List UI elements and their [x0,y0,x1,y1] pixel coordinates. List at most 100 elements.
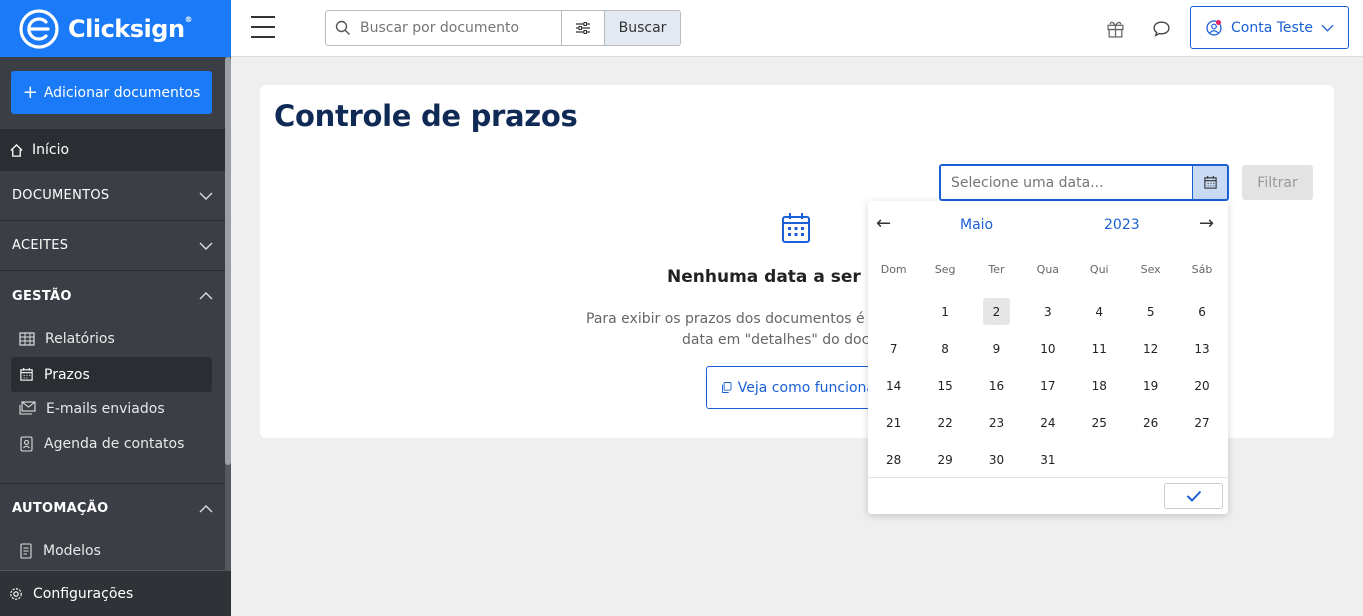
search-filter-button[interactable] [561,11,604,45]
home-icon [10,143,23,157]
day-cell[interactable]: 31 [1022,441,1073,478]
day-grid: 1 2 3 4 5 6 7 8 9 10 11 12 13 14 15 16 17 18 19 20 21 22 23 24 2… [868,293,1228,478]
weekday-label: Qui [1089,263,1109,276]
gift-icon[interactable] [1104,17,1126,39]
day-cell[interactable]: 4 [1074,293,1125,330]
menu-icon[interactable] [251,16,275,38]
day-cell[interactable]: 20 [1176,367,1227,404]
day-cell[interactable]: 11 [1074,330,1125,367]
day-empty [868,293,919,330]
calendar-toggle-button[interactable] [1192,166,1227,199]
chevron-down-icon [199,192,213,200]
search-input[interactable] [360,11,561,45]
day-cell[interactable]: 6 [1176,293,1227,330]
day-cell[interactable]: 25 [1074,404,1125,441]
day-cell[interactable]: 19 [1125,367,1176,404]
sidebar-item-configuracoes[interactable]: Configurações [0,570,231,616]
filter-button[interactable]: Filtrar [1242,165,1313,200]
weekday-label: Seg [934,263,956,276]
how-it-works-button[interactable]: Veja como funciona [706,366,876,409]
arrow-left-icon[interactable]: ← [876,213,891,234]
sidebar-item-modelos[interactable]: Modelos [11,533,212,568]
day-cell[interactable]: 18 [1074,367,1125,404]
weekday-label: Dom [880,263,907,276]
calendar-icon [20,367,33,381]
day-cell[interactable]: 12 [1125,330,1176,367]
account-menu-button[interactable]: Conta Teste [1190,6,1349,49]
day-cell[interactable]: 7 [868,330,919,367]
gear-icon [10,587,22,600]
chat-icon[interactable] [1150,17,1172,39]
brand-name: Clicksign® [68,14,193,43]
day-cell[interactable]: 27 [1176,404,1227,441]
date-picker-popup: ← Maio 2023 → Dom Seg Ter Qua Qui Sex Sáb 1234… [868,201,1228,514]
date-input[interactable] [941,166,1192,199]
arrow-right-icon[interactable]: → [1199,213,1214,234]
top-bar: Buscar Conta Teste [231,0,1363,57]
day-cell[interactable]: 26 [1125,404,1176,441]
copy-icon [722,382,732,393]
empty-state-description: Para exibir os prazos dos documentos é p… [586,311,868,327]
year-selector[interactable]: 2023 [1104,217,1140,233]
day-cell[interactable]: 24 [1022,404,1073,441]
calendar-icon [1203,175,1217,189]
confirm-date-button[interactable] [1164,483,1223,509]
contact-book-icon [20,435,33,452]
sidebar-item-agenda-contatos[interactable]: Agenda de contatos [11,426,212,461]
chevron-down-icon [199,242,213,250]
document-template-icon [20,542,32,559]
sidebar-item-emails-enviados[interactable]: E-mails enviados [11,391,212,426]
empty-state-title: Nenhuma data a ser e [667,267,867,287]
table-icon [19,331,35,346]
day-cell[interactable]: 2 [971,293,1022,330]
day-cell[interactable]: 17 [1022,367,1073,404]
clicksign-logo-icon [19,8,59,49]
sidebar-section-documentos[interactable]: DOCUMENTOS [0,171,225,221]
day-cell[interactable]: 23 [971,404,1022,441]
weekday-label: Ter [988,263,1005,276]
search-button[interactable]: Buscar [604,11,680,45]
sidebar-scrollbar[interactable] [225,57,231,465]
search-bar: Buscar [325,10,681,46]
day-cell[interactable]: 21 [868,404,919,441]
day-cell[interactable]: 5 [1125,293,1176,330]
mail-stack-icon [19,401,36,415]
day-cell[interactable]: 30 [971,441,1022,478]
sidebar-item-relatorios[interactable]: Relatórios [11,321,212,356]
day-cell[interactable]: 16 [971,367,1022,404]
month-selector[interactable]: Maio [960,217,993,233]
day-cell[interactable]: 29 [919,441,970,478]
calendar-icon [782,213,810,243]
day-cell[interactable]: 8 [919,330,970,367]
page-title: Controle de prazos [274,99,578,133]
sidebar-section-gestao[interactable]: GESTÃO [0,271,225,321]
day-cell[interactable]: 28 [868,441,919,478]
day-cell[interactable]: 10 [1022,330,1073,367]
add-documents-button[interactable]: + Adicionar documentos [11,71,212,114]
sliders-icon [576,22,590,34]
date-picker-header: ← Maio 2023 → [868,213,1228,237]
chevron-up-icon [199,504,213,512]
day-cell[interactable]: 3 [1022,293,1073,330]
date-picker-field [939,164,1229,201]
day-cell[interactable]: 1 [919,293,970,330]
sidebar-section-automacao[interactable]: AUTOMAÇÃO [0,483,225,533]
day-cell[interactable]: 22 [919,404,970,441]
sidebar-section-aceites[interactable]: ACEITES [0,221,225,271]
day-cell[interactable]: 13 [1176,330,1227,367]
plus-icon: + [22,81,38,103]
day-cell[interactable]: 15 [919,367,970,404]
brand-logo[interactable]: Clicksign® [0,0,231,57]
weekday-label: Qua [1036,263,1060,276]
day-cell[interactable]: 14 [868,367,919,404]
sidebar: Clicksign® + Adicionar documentos Início… [0,0,231,616]
search-icon [326,11,360,45]
weekday-header: Dom Seg Ter Qua Qui Sex Sáb [868,263,1228,276]
user-avatar-icon [1206,19,1222,36]
check-icon [1186,490,1201,502]
sidebar-item-home[interactable]: Início [0,129,225,171]
weekday-label: Sex [1140,263,1161,276]
sidebar-item-prazos[interactable]: Prazos [11,357,212,392]
day-cell[interactable]: 9 [971,330,1022,367]
chevron-up-icon [199,292,213,300]
